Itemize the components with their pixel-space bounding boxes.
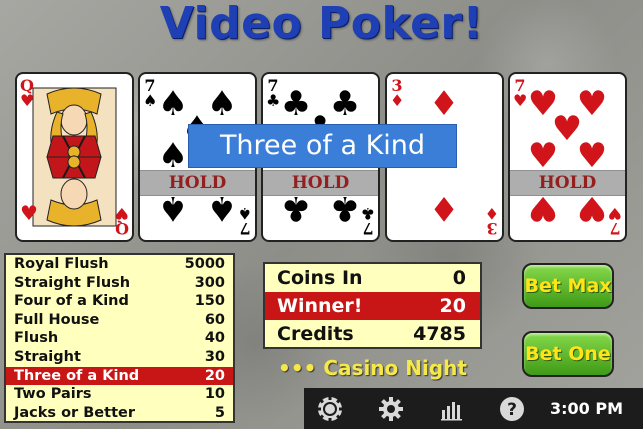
diamonds-pip-icon: ♦ bbox=[429, 188, 459, 228]
help-icon[interactable]: ? bbox=[499, 396, 525, 422]
paytable-hand: Two Pairs bbox=[14, 386, 92, 403]
game-title: Video Poker! bbox=[159, 0, 484, 49]
gear-icon[interactable] bbox=[378, 396, 404, 422]
card-corner-top: Q ♥ bbox=[20, 78, 35, 110]
winner-value: 20 bbox=[439, 295, 466, 317]
paytable-payout: 60 bbox=[204, 311, 225, 328]
paytable-hand: Straight Flush bbox=[14, 274, 131, 291]
card-1[interactable]: Q ♥ Q ♥ ♥ bbox=[15, 72, 134, 242]
hold-label: HOLD bbox=[140, 170, 255, 196]
hearts-suit-icon: ♥ bbox=[20, 91, 35, 110]
paytable-payout: 5000 bbox=[184, 256, 225, 272]
card-corner-bottom: Q ♥ bbox=[114, 204, 129, 238]
paytable-row: Flush 40 bbox=[6, 329, 233, 348]
paytable-row: Two Pairs 10 bbox=[6, 385, 233, 404]
hearts-pip-icon: ♥ bbox=[20, 201, 38, 225]
paytable-hand: Three of a Kind bbox=[14, 367, 140, 384]
credits-label: Credits bbox=[277, 323, 354, 345]
paytable-payout: 5 bbox=[214, 404, 225, 421]
paytable-row: Royal Flush 5000 bbox=[6, 255, 233, 274]
paytable-payout: 150 bbox=[194, 293, 225, 310]
paytable-row: Four of a Kind 150 bbox=[6, 292, 233, 311]
paytable-row: Straight Flush 300 bbox=[6, 274, 233, 293]
paytable-row: Straight 30 bbox=[6, 348, 233, 367]
paytable-payout: 10 bbox=[204, 386, 225, 403]
card-pips: ♥ ♥♥♥ ♥♥ ♥ bbox=[528, 84, 607, 228]
paytable-row: Three of a Kind 20 bbox=[6, 366, 233, 386]
hearts-suit-icon: ♥ bbox=[114, 204, 129, 223]
paytable-payout: 40 bbox=[204, 330, 225, 347]
credits-panel: Coins In 0 Winner! 20 Credits 4785 bbox=[263, 262, 482, 349]
bet-one-button[interactable]: Bet One bbox=[522, 331, 614, 377]
paytable-row: Full House 60 bbox=[6, 311, 233, 330]
poker-chip-icon[interactable] bbox=[317, 396, 343, 422]
paytable: Royal Flush 5000 Straight Flush 300 Four of … bbox=[4, 253, 235, 423]
credits-row: Credits 4785 bbox=[265, 320, 480, 348]
coins-in-row: Coins In 0 bbox=[265, 264, 480, 292]
paytable-payout: 30 bbox=[204, 348, 225, 365]
paytable-payout: 300 bbox=[194, 274, 225, 291]
paytable-hand: Flush bbox=[14, 330, 59, 347]
coins-in-value: 0 bbox=[452, 267, 466, 289]
result-banner: Three of a Kind bbox=[188, 124, 457, 168]
paytable-payout: 20 bbox=[204, 367, 225, 384]
paytable-row: Jacks or Better 5 bbox=[6, 404, 233, 423]
card-rank: Q bbox=[115, 219, 129, 238]
paytable-hand: Four of a Kind bbox=[14, 293, 129, 310]
bet-max-button[interactable]: Bet Max bbox=[522, 263, 614, 309]
paytable-hand: Royal Flush bbox=[14, 256, 109, 272]
card-5[interactable]: 7 ♥ 7 ♥ ♥ ♥ ♥ ♥ ♥ ♥ ♥ HOLD bbox=[508, 72, 627, 242]
winner-row: Winner! 20 bbox=[265, 292, 480, 320]
hold-label: HOLD bbox=[263, 170, 378, 196]
paytable-hand: Full House bbox=[14, 311, 100, 328]
winner-label: Winner! bbox=[277, 295, 363, 317]
paytable-hand: Jacks or Better bbox=[14, 404, 135, 421]
paytable-hand: Straight bbox=[14, 348, 81, 365]
svg-text:?: ? bbox=[507, 400, 517, 420]
credits-value: 4785 bbox=[413, 323, 466, 345]
bottom-toolbar: ? 3:00 PM bbox=[304, 388, 643, 429]
hold-label: HOLD bbox=[510, 170, 625, 196]
diamonds-pip-icon: ♦ bbox=[429, 84, 459, 124]
clock-time: 3:00 PM bbox=[549, 399, 623, 418]
bar-chart-icon[interactable] bbox=[439, 396, 465, 422]
coins-in-label: Coins In bbox=[277, 267, 363, 289]
